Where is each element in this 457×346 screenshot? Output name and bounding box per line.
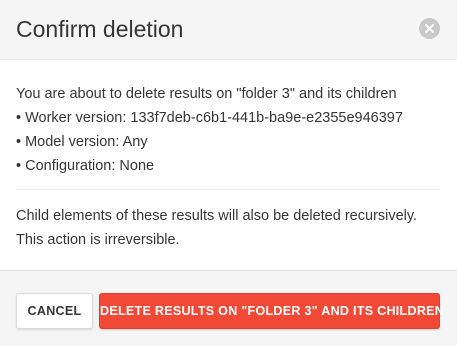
close-button[interactable] — [419, 18, 440, 39]
cancel-button[interactable]: CANCEL — [16, 293, 93, 329]
worker-version-item: • Worker version: 133f7deb-c6b1-441b-ba9… — [16, 110, 403, 126]
close-icon — [425, 24, 434, 33]
modal-header: Confirm deletion — [0, 0, 457, 60]
recursive-warning-text: Child elements of these results will als… — [16, 208, 418, 224]
irreversible-warning-text: This action is irreversible. — [16, 232, 180, 248]
delete-results-button[interactable]: DELETE RESULTS ON "FOLDER 3" AND ITS CHI… — [99, 293, 444, 329]
configuration-item: • Configuration: None — [16, 158, 155, 174]
model-version-item: • Model version: Any — [16, 134, 148, 150]
modal-body: You are about to delete results on "fold… — [0, 60, 457, 270]
modal-footer: CANCEL DELETE RESULTS ON "FOLDER 3" AND … — [0, 270, 457, 346]
modal-title: Confirm deletion — [16, 16, 184, 42]
confirm-deletion-modal: Confirm deletion You are about to delete… — [0, 0, 457, 346]
intro-text: You are about to delete results on "fold… — [16, 86, 397, 102]
divider — [16, 189, 440, 190]
